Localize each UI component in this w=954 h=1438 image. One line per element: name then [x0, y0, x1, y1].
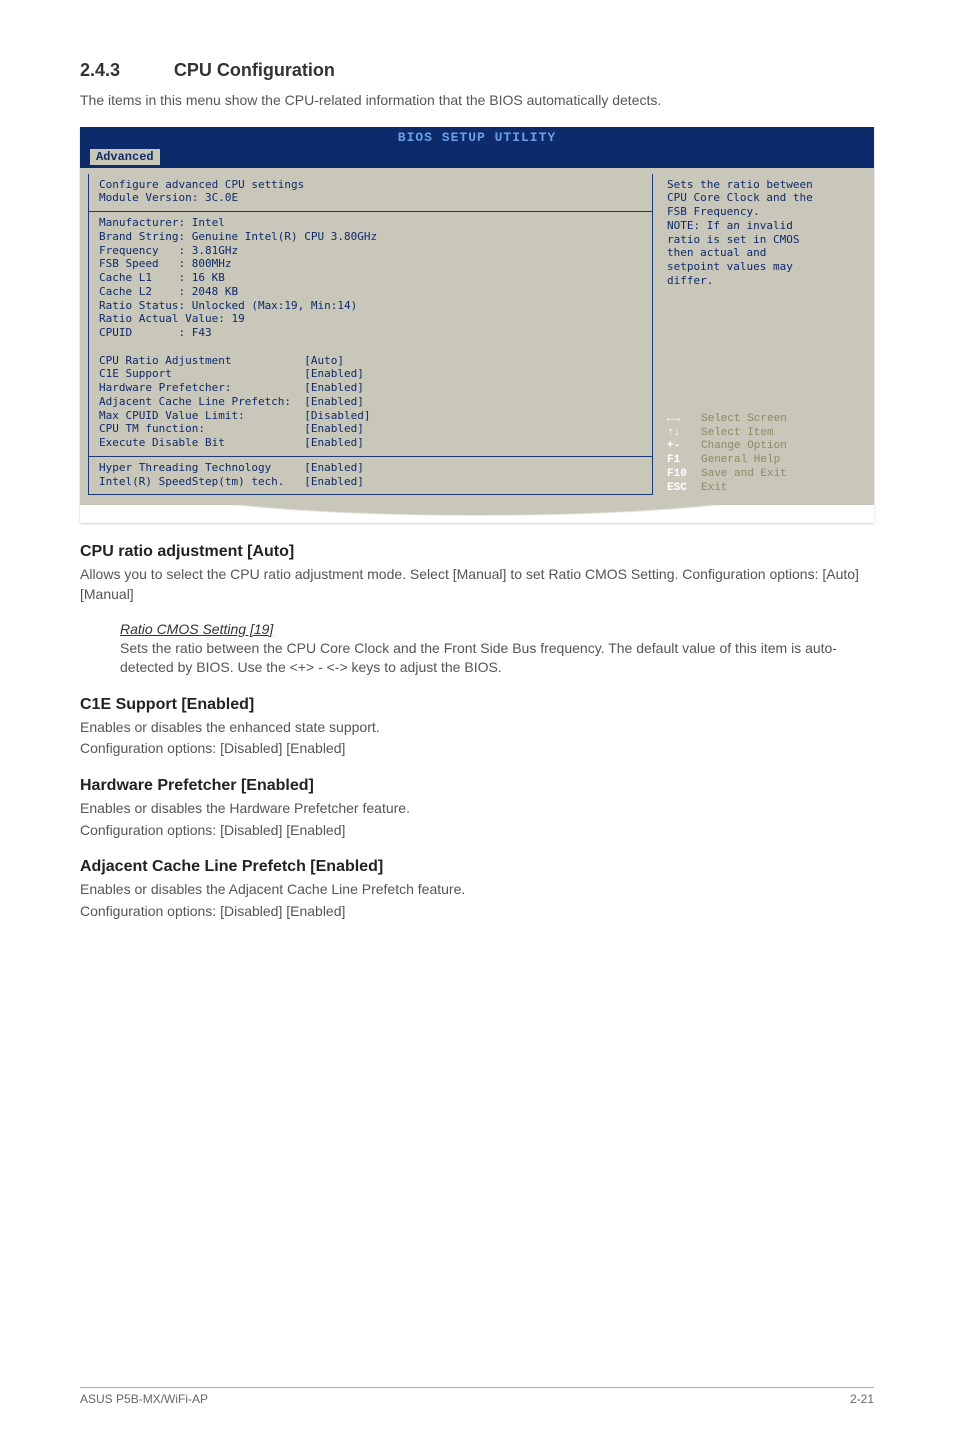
legend-key-arrows-ud: ↑↓: [667, 427, 701, 441]
bios-help-text: Sets the ratio between CPU Core Clock an…: [661, 174, 866, 292]
bios-config-items[interactable]: Manufacturer: Intel Brand String: Genuin…: [89, 212, 652, 457]
ratio-cmos-text: Sets the ratio between the CPU Core Cloc…: [120, 639, 874, 678]
footer-left: ASUS P5B-MX/WiFi-AP: [80, 1392, 208, 1406]
cpu-ratio-head: CPU ratio adjustment [Auto]: [80, 543, 874, 561]
legend-act-save-exit: Save and Exit: [701, 468, 787, 480]
legend-act-select-item: Select Item: [701, 427, 774, 439]
bios-config-title: Configure advanced CPU settings Module V…: [89, 174, 652, 213]
legend-act-select-screen: Select Screen: [701, 413, 787, 425]
legend-key-f1: F1: [667, 454, 701, 468]
bios-tab-advanced[interactable]: Advanced: [90, 149, 160, 165]
legend-key-plusminus: +-: [667, 440, 701, 454]
intro-text: The items in this menu show the CPU-rela…: [80, 91, 874, 111]
bios-bottom-curve: [80, 505, 874, 523]
ratio-cmos-subtitle: Ratio CMOS Setting [19]: [120, 621, 874, 637]
legend-key-esc: ESC: [667, 482, 701, 496]
bios-header: BIOS SETUP UTILITY: [80, 127, 874, 148]
section-title: CPU Configuration: [174, 60, 335, 80]
section-heading: 2.4.3 CPU Configuration: [80, 60, 874, 81]
legend-key-arrows-lr: ←→: [667, 413, 701, 427]
footer-right: 2-21: [850, 1392, 874, 1406]
c1e-head: C1E Support [Enabled]: [80, 696, 874, 714]
bios-left-panel: Configure advanced CPU settings Module V…: [88, 174, 653, 496]
bios-legend: ←→Select Screen ↑↓Select Item +-Change O…: [661, 413, 866, 496]
c1e-text2: Configuration options: [Disabled] [Enabl…: [80, 739, 874, 759]
hw-prefetch-text2: Configuration options: [Disabled] [Enabl…: [80, 821, 874, 841]
adj-cache-head: Adjacent Cache Line Prefetch [Enabled]: [80, 858, 874, 876]
adj-cache-text1: Enables or disables the Adjacent Cache L…: [80, 880, 874, 900]
legend-key-f10: F10: [667, 468, 701, 482]
hw-prefetch-head: Hardware Prefetcher [Enabled]: [80, 777, 874, 795]
bios-config-items-bottom[interactable]: Hyper Threading Technology [Enabled] Int…: [89, 457, 652, 495]
cpu-ratio-text: Allows you to select the CPU ratio adjus…: [80, 565, 874, 604]
legend-act-change-option: Change Option: [701, 440, 787, 452]
page-footer: ASUS P5B-MX/WiFi-AP 2-21: [80, 1387, 874, 1406]
hw-prefetch-text1: Enables or disables the Hardware Prefetc…: [80, 799, 874, 819]
bios-tab-bar: Advanced: [80, 148, 874, 168]
legend-act-general-help: General Help: [701, 454, 780, 466]
bios-setup-screenshot: BIOS SETUP UTILITY Advanced Configure ad…: [80, 127, 874, 524]
legend-act-exit: Exit: [701, 482, 727, 494]
bios-right-panel: Sets the ratio between CPU Core Clock an…: [661, 174, 866, 496]
c1e-text1: Enables or disables the enhanced state s…: [80, 718, 874, 738]
section-number: 2.4.3: [80, 60, 170, 81]
adj-cache-text2: Configuration options: [Disabled] [Enabl…: [80, 902, 874, 922]
